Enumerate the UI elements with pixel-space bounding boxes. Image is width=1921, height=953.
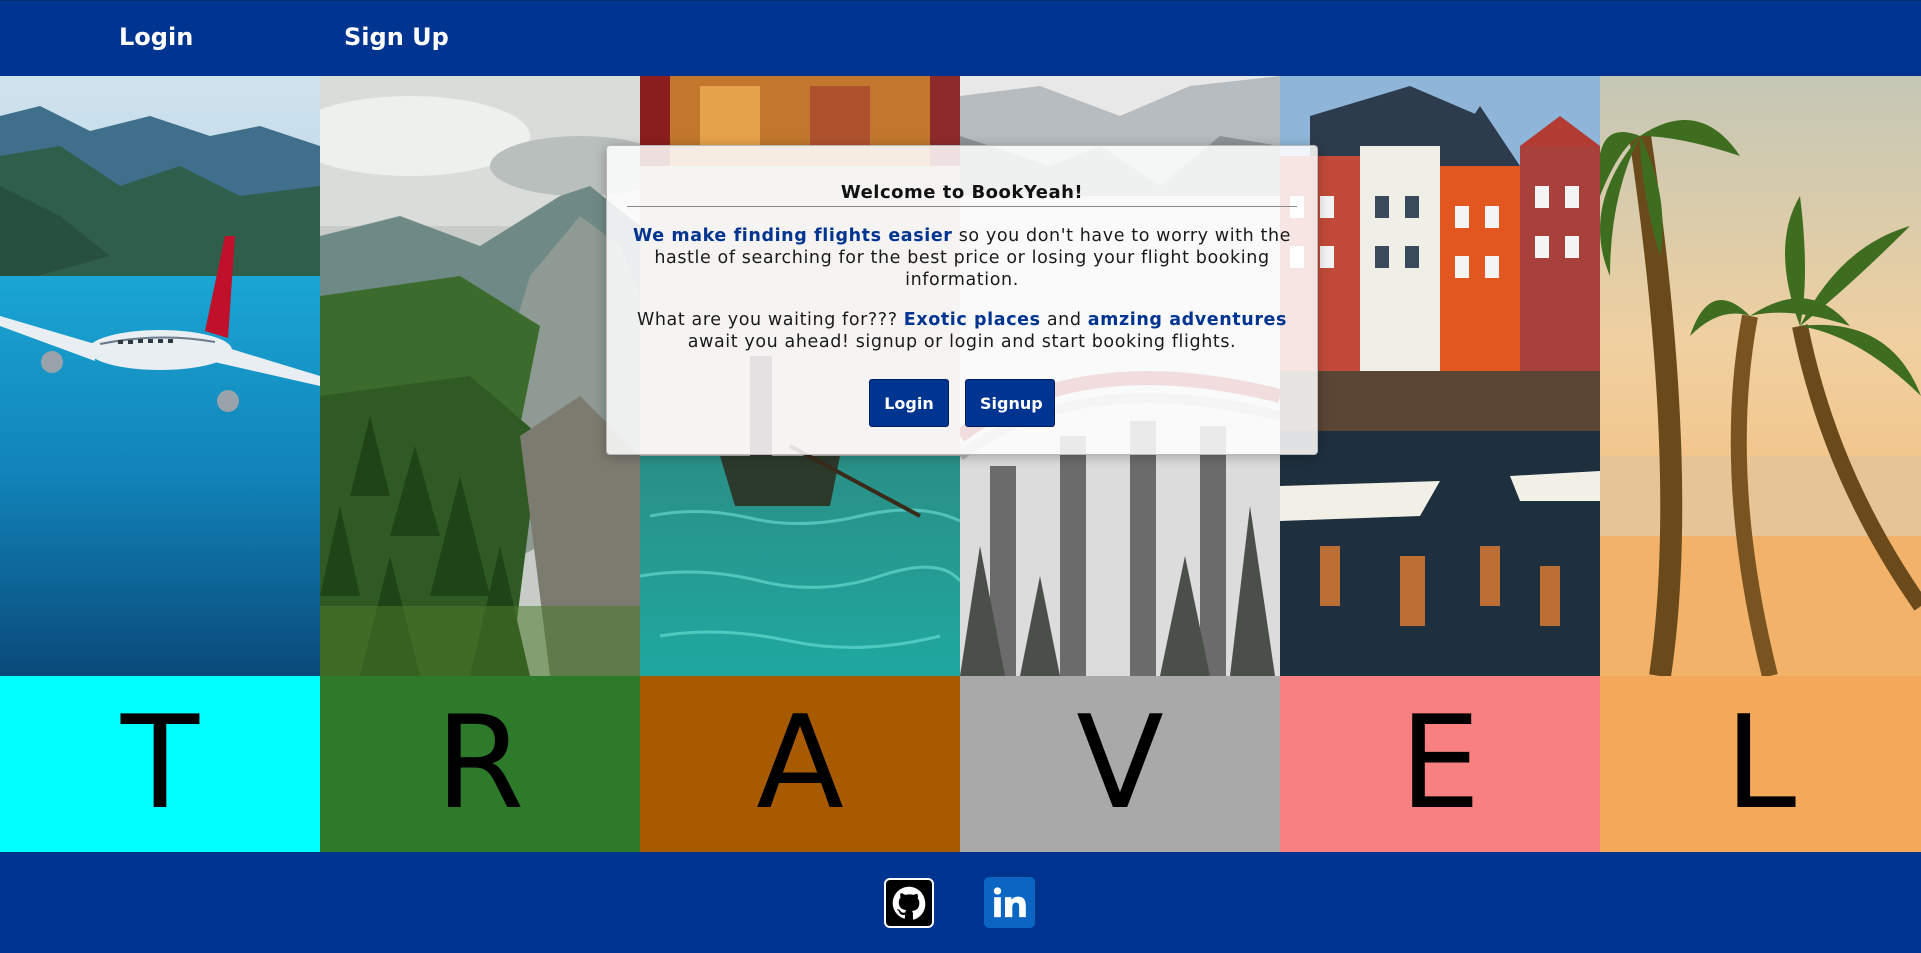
tile-r: R <box>320 76 640 852</box>
mountain-forest-icon <box>320 76 640 676</box>
top-navbar: Login Sign Up <box>0 0 1921 76</box>
tile-t: T <box>0 76 320 852</box>
highlight-amzing-adventures: amzing adventures <box>1087 310 1288 330</box>
letter-block-t: T <box>0 676 320 852</box>
letter-block-a: A <box>640 676 960 852</box>
letter-block-r: R <box>320 676 640 852</box>
highlight-exotic-places: Exotic places <box>903 310 1041 330</box>
letter-e: E <box>1399 689 1481 838</box>
footer <box>0 852 1921 953</box>
letter-t: T <box>120 689 200 838</box>
paragraph-2-mid: and <box>1040 310 1088 330</box>
github-icon[interactable] <box>884 878 934 928</box>
letter-block-v: V <box>960 676 1280 852</box>
harbor-colorful-houses-icon <box>1280 76 1600 676</box>
paragraph-2-end: await you ahead! signup or login and sta… <box>687 332 1237 352</box>
paragraph-2-start: What are you waiting for??? <box>636 310 904 330</box>
letter-a: A <box>756 689 844 838</box>
modal-signup-button[interactable]: Signup <box>965 379 1055 427</box>
tile-l: L <box>1600 76 1921 852</box>
modal-paragraph-1: We make finding flights easier so you do… <box>629 225 1295 291</box>
nav-login-link[interactable]: Login <box>119 23 193 51</box>
letter-block-l: L <box>1600 676 1921 852</box>
modal-title: Welcome to BookYeah! <box>627 182 1297 207</box>
palm-beach-sunset-icon <box>1600 76 1921 676</box>
tile-e: E <box>1280 76 1600 852</box>
letter-v: V <box>1076 689 1164 838</box>
modal-button-row: Login Signup <box>607 379 1317 427</box>
modal-paragraph-2: What are you waiting for??? Exotic place… <box>629 309 1295 353</box>
letter-r: R <box>435 689 525 838</box>
airplane-over-lake-icon <box>0 76 320 676</box>
highlight-flights-easier: We make finding flights easier <box>632 226 953 246</box>
modal-login-button[interactable]: Login <box>869 379 949 427</box>
letter-l: L <box>1724 689 1797 838</box>
letter-block-e: E <box>1280 676 1600 852</box>
linkedin-icon[interactable] <box>984 877 1035 928</box>
nav-signup-link[interactable]: Sign Up <box>344 23 449 51</box>
welcome-modal: Welcome to BookYeah! We make finding fli… <box>606 145 1318 455</box>
